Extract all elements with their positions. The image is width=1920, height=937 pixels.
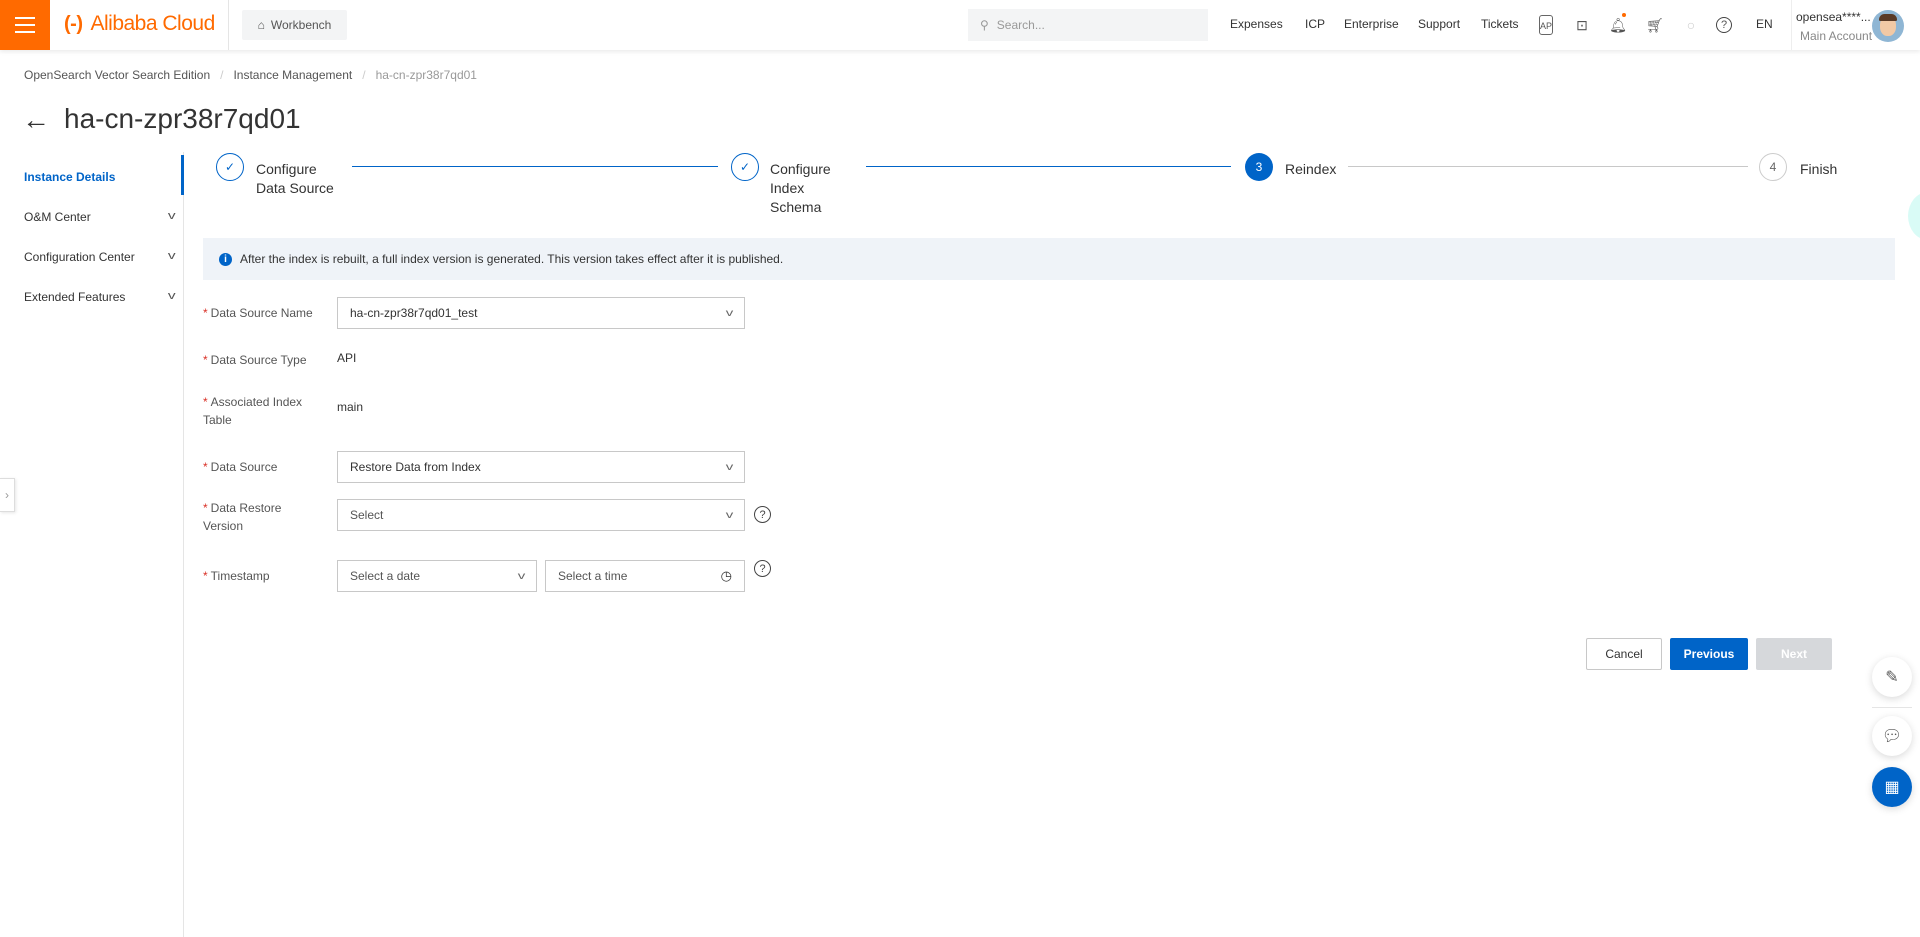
label-associated-index-table: * Associated Index Table <box>203 395 303 427</box>
info-icon: i <box>219 252 232 266</box>
associated-index-table-value: main <box>337 400 364 414</box>
step-4-label: Finish <box>1800 161 1838 177</box>
data-source-type-value: API <box>337 351 357 365</box>
time-placeholder: Select a time <box>558 569 628 583</box>
help-icon[interactable]: ? <box>754 506 771 523</box>
app-icon[interactable]: AP <box>1539 15 1553 35</box>
terminal-icon[interactable]: ⊡ <box>1572 15 1592 35</box>
chevron-down-icon: v <box>725 509 734 521</box>
data-source-name-select[interactable]: ha-cn-zpr38r7qd01_test v <box>337 297 745 329</box>
date-placeholder: Select a date <box>350 569 421 583</box>
user-name[interactable]: opensea****... <box>1796 10 1871 24</box>
lightbulb-icon[interactable]: ○ <box>1681 15 1701 35</box>
step-connector <box>1348 166 1748 167</box>
search-input[interactable]: ⚲ Search... <box>968 9 1208 41</box>
label-timestamp: * Timestamp <box>203 569 270 583</box>
sidebar-item-label: Configuration Center <box>24 250 135 264</box>
alert-text: After the index is rebuilt, a full index… <box>240 252 784 266</box>
sidebar-item-label: O&M Center <box>24 210 91 224</box>
breadcrumb: OpenSearch Vector Search Edition / Instan… <box>24 68 477 82</box>
date-picker[interactable]: Select a date v <box>337 560 537 592</box>
sidebar <box>0 152 184 937</box>
breadcrumb-product[interactable]: OpenSearch Vector Search Edition <box>24 68 210 82</box>
previous-button[interactable]: Previous <box>1670 638 1748 670</box>
next-button[interactable]: Next <box>1756 638 1832 670</box>
step-1-check-icon: ✓ <box>216 153 244 181</box>
logo[interactable]: (-) Alibaba Cloud <box>64 12 215 36</box>
nav-expenses[interactable]: Expenses <box>1230 17 1283 31</box>
step-connector <box>352 166 718 167</box>
step-2-label: Configure Index Schema <box>770 161 831 215</box>
avatar[interactable] <box>1872 10 1904 42</box>
chevron-down-icon: v <box>167 210 176 222</box>
language-switch[interactable]: EN <box>1756 17 1773 31</box>
step-3-label: Reindex <box>1285 161 1337 177</box>
divider <box>228 0 229 50</box>
label-data-restore-version: * Data Restore Version <box>203 501 282 533</box>
nav-enterprise[interactable]: Enterprise <box>1344 17 1399 31</box>
search-placeholder: Search... <box>996 18 1045 32</box>
sidebar-item-om-center[interactable]: O&M Center v <box>24 210 176 224</box>
chevron-down-icon: v <box>517 570 526 582</box>
help-icon[interactable]: ? <box>754 560 771 577</box>
clock-icon: ◷ <box>720 568 732 583</box>
label-data-source: * Data Source <box>203 460 278 474</box>
select-value: Restore Data from Index <box>350 460 481 474</box>
sidebar-item-label: Extended Features <box>24 290 126 304</box>
divider <box>1872 707 1912 708</box>
breadcrumb-current: ha-cn-zpr38r7qd01 <box>375 68 477 82</box>
chevron-down-icon: v <box>725 307 734 319</box>
info-alert: i After the index is rebuilt, a full inde… <box>203 238 1895 280</box>
logo-text: Alibaba Cloud <box>90 12 215 35</box>
step-1-label: Configure Data Source <box>256 161 334 196</box>
step-4-number: 4 <box>1759 153 1787 181</box>
label-data-source-type: * Data Source Type <box>203 353 307 367</box>
apps-icon[interactable]: ▦ <box>1872 767 1912 807</box>
active-indicator <box>181 155 184 195</box>
sidebar-item-label: Instance Details <box>24 170 116 184</box>
bell-icon[interactable]: 🔔︎ <box>1608 13 1628 35</box>
user-account-type: Main Account <box>1800 29 1873 43</box>
breadcrumb-instance-management[interactable]: Instance Management <box>233 68 352 82</box>
help-icon[interactable]: ? <box>1716 17 1732 33</box>
cart-icon[interactable]: 🛒︎ <box>1645 15 1665 35</box>
floating-assistant[interactable] <box>1908 192 1920 240</box>
label-data-source-name: * Data Source Name <box>203 306 313 320</box>
feedback-chat-icon[interactable]: 💬︎ <box>1872 716 1912 756</box>
select-value: ha-cn-zpr38r7qd01_test <box>350 306 478 320</box>
home-icon: ⌂ <box>257 18 265 32</box>
nav-support[interactable]: Support <box>1418 17 1460 31</box>
time-picker[interactable]: Select a time ◷ <box>545 560 745 592</box>
menu-icon[interactable] <box>0 0 50 50</box>
select-placeholder: Select <box>350 508 384 522</box>
chevron-down-icon: v <box>167 290 176 302</box>
back-arrow-icon[interactable]: ← <box>22 104 50 136</box>
edit-icon[interactable]: ✎ <box>1872 657 1912 697</box>
chevron-down-icon: v <box>725 461 734 473</box>
workbench-button[interactable]: ⌂ Workbench <box>242 10 347 40</box>
nav-icp[interactable]: ICP <box>1305 17 1325 31</box>
nav-tickets[interactable]: Tickets <box>1481 17 1519 31</box>
sidebar-item-configuration-center[interactable]: Configuration Center v <box>24 250 176 264</box>
step-connector <box>866 166 1231 167</box>
workbench-label: Workbench <box>270 18 332 32</box>
data-restore-version-select[interactable]: Select v <box>337 499 745 531</box>
data-source-select[interactable]: Restore Data from Index v <box>337 451 745 483</box>
sidebar-item-instance-details[interactable]: Instance Details <box>24 170 174 184</box>
top-nav-bar: (-) Alibaba Cloud ⌂ Workbench ⚲ Search... E… <box>0 0 1920 50</box>
step-2-check-icon: ✓ <box>731 153 759 181</box>
divider <box>1791 0 1792 50</box>
step-3-number: 3 <box>1245 153 1273 181</box>
search-icon: ⚲ <box>980 18 989 32</box>
chevron-down-icon: v <box>167 250 176 262</box>
sidebar-item-extended-features[interactable]: Extended Features v <box>24 290 176 304</box>
sidebar-expand-handle[interactable]: › <box>0 478 15 512</box>
cancel-button[interactable]: Cancel <box>1586 638 1662 670</box>
page-title: ha-cn-zpr38r7qd01 <box>64 103 301 134</box>
